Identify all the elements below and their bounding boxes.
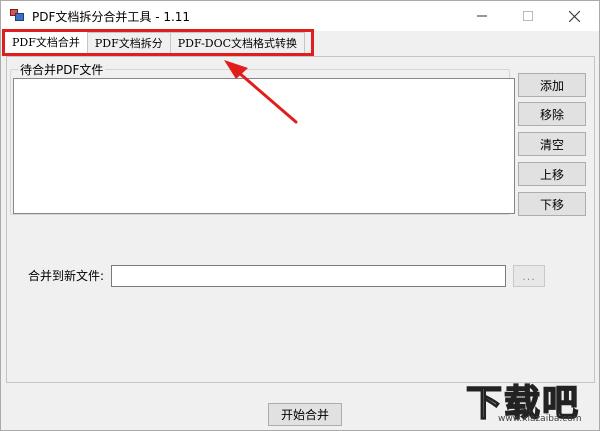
tab-pdf-merge[interactable]: PDF文档合并: [4, 31, 88, 54]
pending-files-list[interactable]: [13, 78, 515, 214]
title-bar[interactable]: PDF文档拆分合并工具 - 1.11: [1, 1, 599, 31]
watermark-logo: 下载吧 www.xiazaiba.com: [458, 372, 598, 428]
add-button[interactable]: 添加: [518, 73, 586, 97]
output-file-label: 合并到新文件:: [28, 269, 105, 283]
app-icon: [10, 9, 24, 21]
minimize-icon: [477, 15, 487, 17]
start-merge-button[interactable]: 开始合并: [268, 403, 342, 426]
maximize-icon: [523, 11, 533, 21]
move-down-button[interactable]: 下移: [518, 192, 586, 216]
tab-pdf-split[interactable]: PDF文档拆分: [86, 32, 171, 54]
watermark-url: www.xiazaiba.com: [498, 414, 582, 424]
app-window: PDF文档拆分合并工具 - 1.11 PDF文档合并 PDF文档拆分 PDF-D…: [0, 0, 600, 431]
minimize-button[interactable]: [459, 1, 505, 31]
browse-button[interactable]: ...: [513, 265, 545, 287]
close-icon: [568, 10, 580, 22]
window-title: PDF文档拆分合并工具 - 1.11: [32, 10, 191, 24]
close-button[interactable]: [551, 1, 597, 31]
clear-button[interactable]: 清空: [518, 132, 586, 156]
tab-pdf-doc-convert[interactable]: PDF-DOC文档格式转换: [169, 32, 306, 54]
maximize-button[interactable]: [505, 1, 551, 31]
move-up-button[interactable]: 上移: [518, 162, 586, 186]
remove-button[interactable]: 移除: [518, 102, 586, 126]
pending-files-label: 待合并PDF文件: [18, 61, 106, 78]
tab-strip: PDF文档合并 PDF文档拆分 PDF-DOC文档格式转换: [4, 31, 306, 54]
output-file-input[interactable]: [111, 265, 506, 287]
